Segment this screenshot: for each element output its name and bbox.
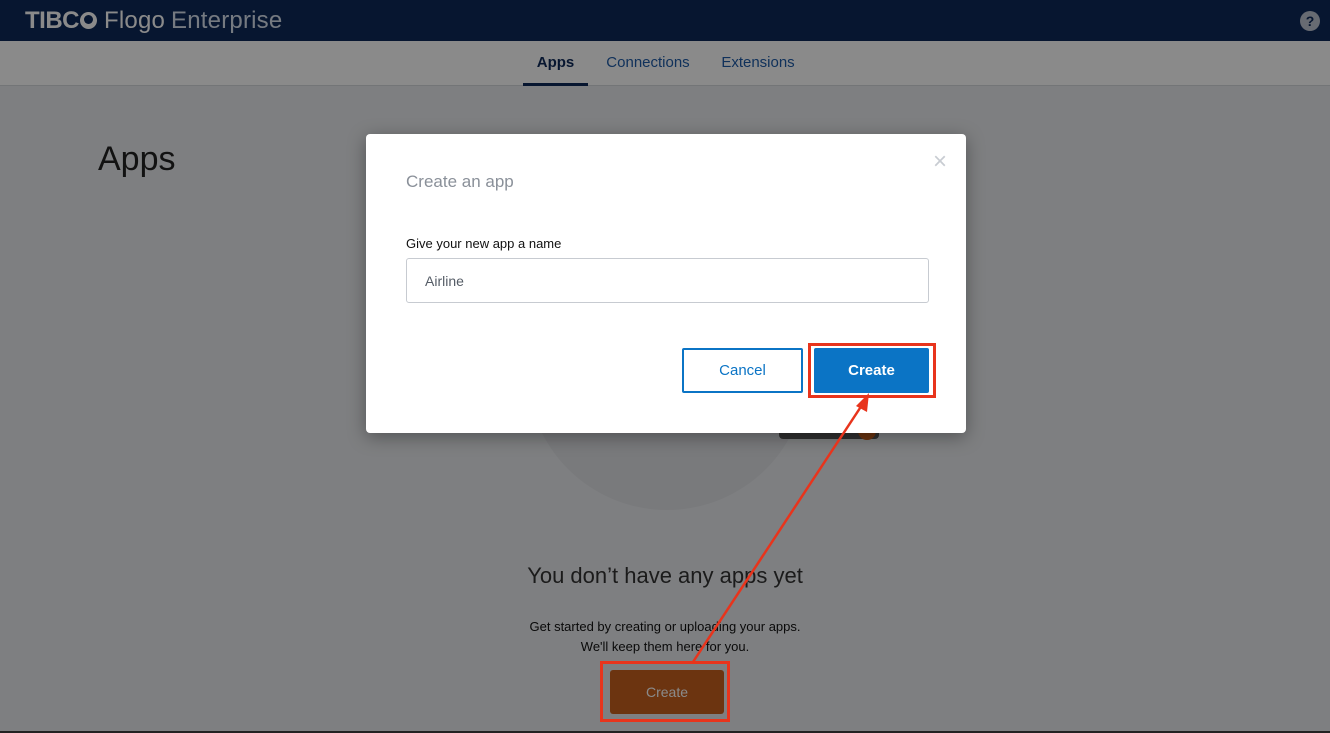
cancel-button[interactable]: Cancel [682, 348, 803, 393]
close-icon[interactable]: × [930, 150, 950, 174]
app-name-input[interactable] [406, 258, 929, 303]
highlight-page-create [600, 661, 730, 722]
app-name-label: Give your new app a name [406, 236, 562, 251]
dialog-title: Create an app [406, 172, 514, 191]
highlight-dialog-create [808, 343, 936, 398]
